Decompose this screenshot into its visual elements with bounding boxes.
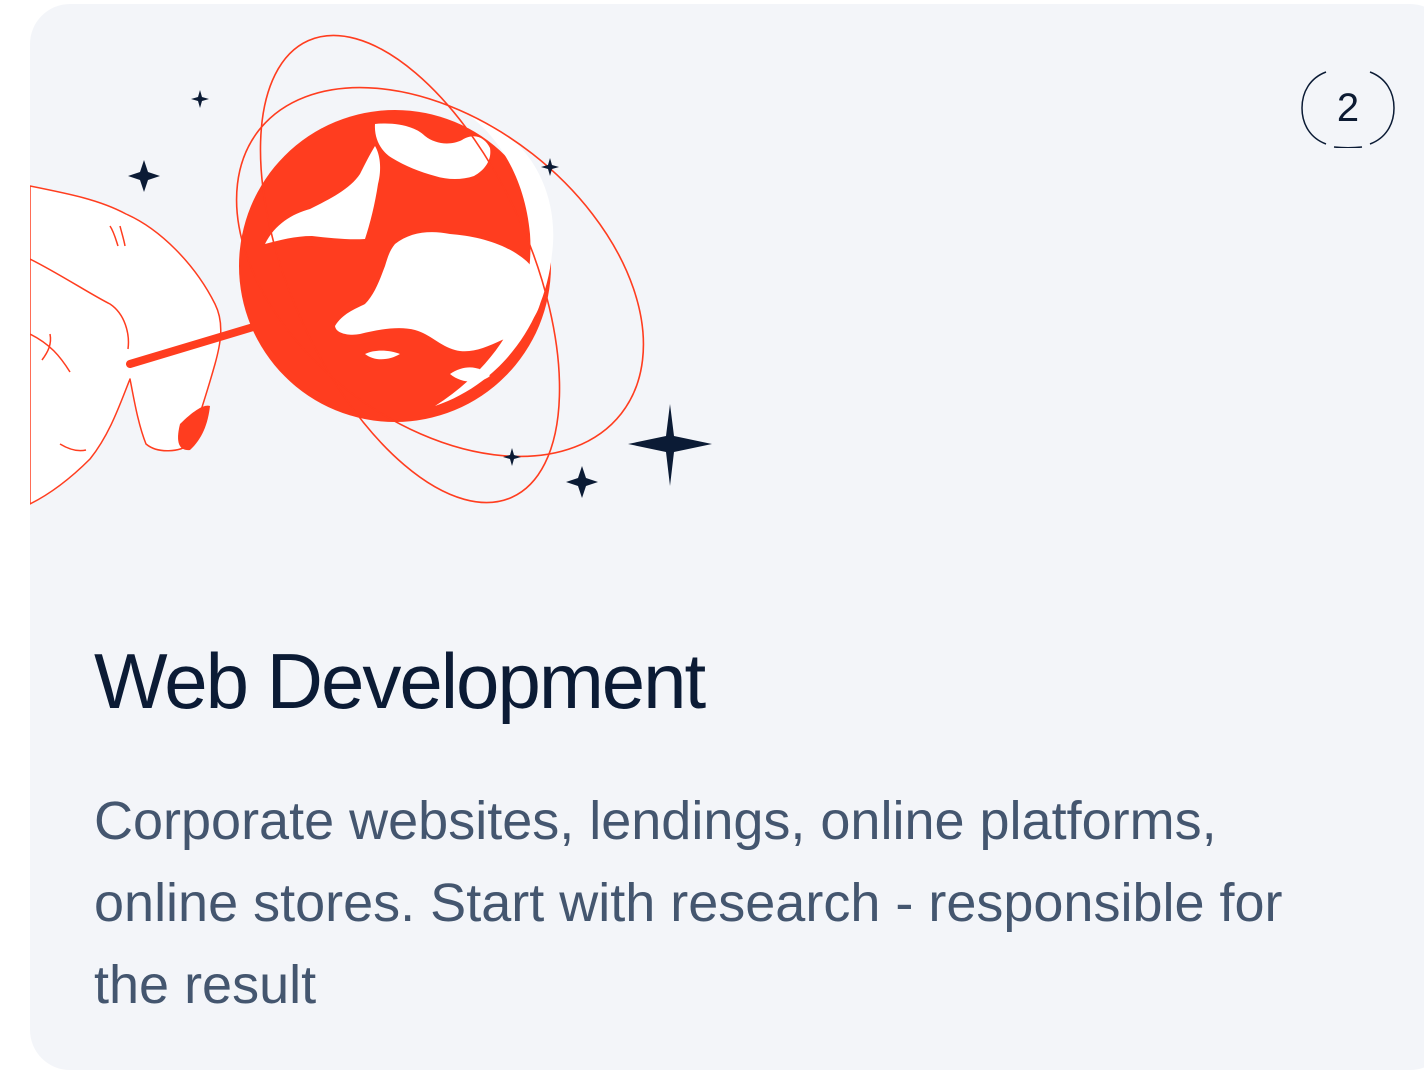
globe-illustration [30, 34, 712, 505]
service-card[interactable]: 2 Web Development Corporate websites, le… [30, 4, 1424, 1070]
card-index-number: 2 [1336, 85, 1360, 130]
card-title: Web Development [94, 637, 706, 725]
card-index-badge: 2 [1300, 68, 1396, 148]
card-description: Corporate websites, lendings, online pla… [94, 791, 1283, 1015]
globe-icon [239, 110, 554, 422]
